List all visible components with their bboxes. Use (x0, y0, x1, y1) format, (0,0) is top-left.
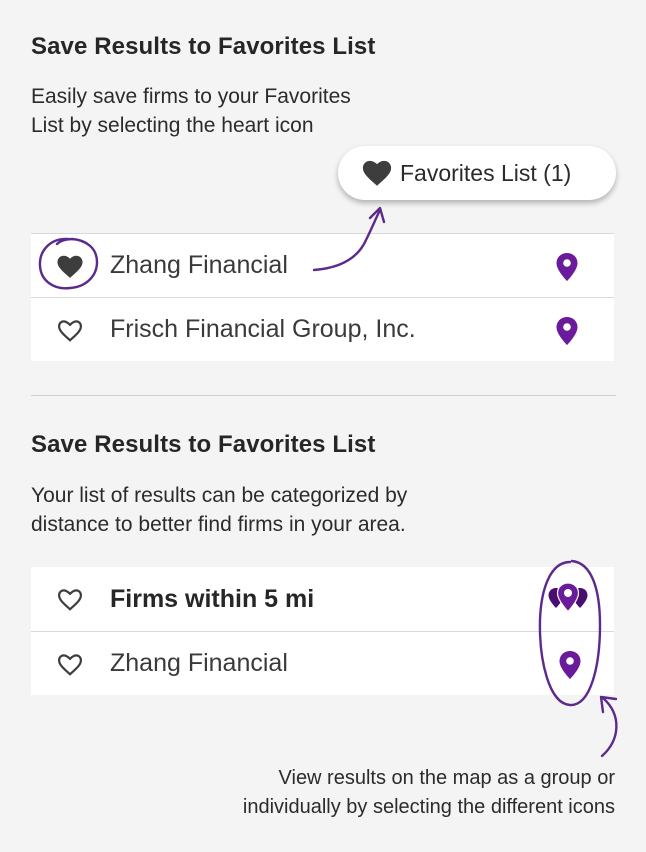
map-pin-icon[interactable] (558, 650, 582, 680)
description-line: Your list of results can be categorized … (31, 484, 408, 507)
map-pin-icon[interactable] (555, 316, 579, 346)
section-description: Easily save firms to your Favorites List… (31, 82, 351, 140)
firm-name[interactable]: Frisch Financial Group, Inc. (110, 315, 416, 344)
heart-outline-icon[interactable] (56, 588, 84, 612)
section-title: Save Results to Favorites List (31, 431, 376, 458)
map-pin-icon[interactable] (555, 252, 579, 282)
favorites-list-button[interactable]: Favorites List (1) (338, 146, 616, 200)
results-list: Zhang Financial Frisch Financial Group, … (31, 233, 614, 361)
annotation-arrow (600, 696, 618, 758)
list-item: Frisch Financial Group, Inc. (31, 297, 614, 361)
annotation-arrowhead (368, 206, 386, 224)
group-header-row: Firms within 5 mi (31, 567, 614, 631)
section-title: Save Results to Favorites List (31, 33, 376, 60)
firm-name[interactable]: Zhang Financial (110, 251, 288, 280)
list-item: Zhang Financial (31, 631, 614, 695)
heart-filled-icon[interactable] (56, 255, 84, 279)
map-pin-group-icon[interactable] (547, 582, 589, 618)
map-icons-caption: View results on the map as a group or in… (243, 764, 615, 822)
caption-line: View results on the map as a group or (278, 767, 615, 789)
caption-line: individually by selecting the different … (242, 796, 615, 818)
heart-outline-icon[interactable] (56, 653, 84, 677)
description-line: distance to better find firms in your ar… (31, 513, 406, 536)
firm-name[interactable]: Zhang Financial (110, 649, 288, 678)
annotation-arrowhead (599, 695, 618, 714)
section-divider (31, 395, 616, 396)
list-item: Zhang Financial (31, 233, 614, 297)
group-label[interactable]: Firms within 5 mi (110, 585, 314, 614)
favorites-list-label: Favorites List (1) (400, 159, 572, 186)
heart-outline-icon[interactable] (56, 319, 84, 343)
grouped-results-list: Firms within 5 mi Zhang Financial (31, 567, 614, 695)
section-description: Your list of results can be categorized … (31, 481, 407, 539)
description-line: List by selecting the heart icon (31, 114, 314, 137)
description-line: Easily save firms to your Favorites (31, 85, 351, 108)
heart-filled-icon (362, 160, 392, 187)
